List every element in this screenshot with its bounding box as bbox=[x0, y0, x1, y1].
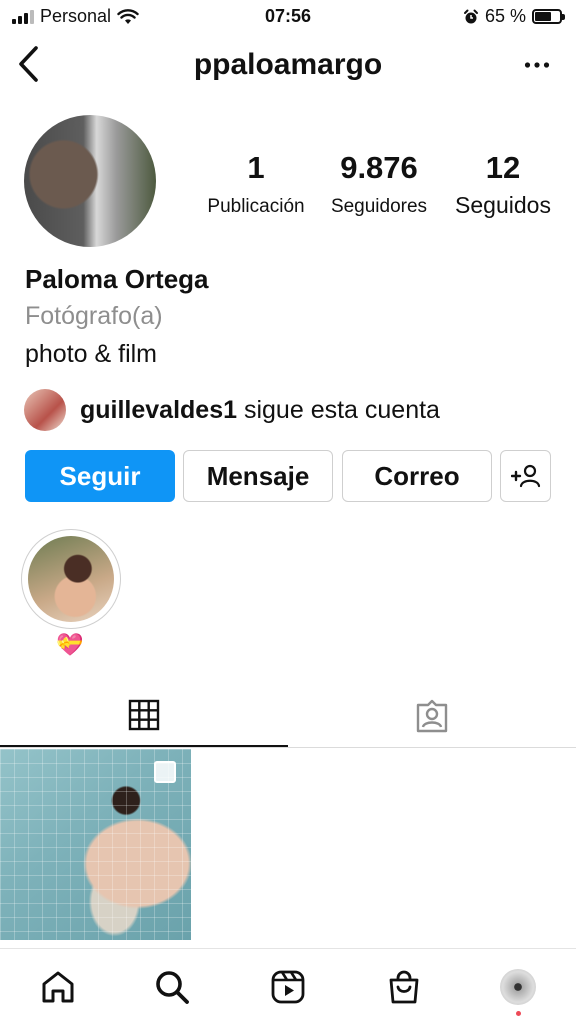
suggest-users-button[interactable] bbox=[500, 450, 551, 502]
stat-followers-count: 9.876 bbox=[340, 150, 418, 185]
bottom-navigation bbox=[0, 948, 576, 1024]
stat-followers[interactable]: 9.876 Seguidores bbox=[322, 150, 436, 218]
profile-header: ppaloamargo bbox=[0, 38, 576, 94]
more-options-button[interactable] bbox=[520, 50, 554, 80]
search-icon bbox=[156, 971, 189, 1004]
shop-icon bbox=[389, 970, 419, 1004]
message-button[interactable]: Mensaje bbox=[183, 450, 333, 502]
profile-username: ppaloamargo bbox=[193, 48, 383, 81]
status-right: 65 % bbox=[463, 6, 565, 27]
followed-by-text: guillevaldes1 sigue esta cuenta bbox=[80, 396, 440, 425]
add-user-icon bbox=[510, 464, 540, 488]
nav-shop[interactable] bbox=[384, 967, 424, 1007]
nav-reels[interactable] bbox=[268, 967, 308, 1007]
follower-username: guillevaldes1 bbox=[80, 395, 238, 424]
stat-following[interactable]: 12 Seguidos bbox=[446, 150, 560, 219]
email-button[interactable]: Correo bbox=[342, 450, 492, 502]
profile-full-name: Paloma Ortega bbox=[25, 264, 209, 294]
alarm-icon bbox=[463, 9, 478, 23]
follow-button[interactable]: Seguir bbox=[25, 450, 175, 502]
stat-posts-label: Publicación bbox=[207, 196, 305, 217]
stat-following-label: Seguidos bbox=[455, 192, 551, 218]
profile-avatar-small bbox=[500, 969, 536, 1005]
stat-posts[interactable]: 1 Publicación bbox=[200, 150, 312, 218]
more-horizontal-icon bbox=[524, 62, 550, 68]
followed-by[interactable]: guillevaldes1 sigue esta cuenta bbox=[24, 388, 440, 432]
battery-icon bbox=[532, 9, 565, 24]
profile-tabs bbox=[0, 684, 576, 748]
tagged-icon bbox=[416, 699, 448, 732]
reels-icon bbox=[271, 970, 305, 1004]
stat-followers-label: Seguidores bbox=[330, 196, 428, 217]
nav-home[interactable] bbox=[38, 967, 78, 1007]
profile-category: Fotógrafo(a) bbox=[25, 302, 163, 330]
battery-fill bbox=[535, 12, 551, 21]
carousel-icon bbox=[154, 761, 176, 783]
home-icon bbox=[42, 971, 74, 1003]
stat-posts-count: 1 bbox=[247, 150, 265, 185]
post-thumbnail[interactable] bbox=[0, 749, 191, 940]
profile-bio: photo & film bbox=[25, 340, 158, 368]
status-bar: Personal 07:56 65 % bbox=[0, 0, 576, 34]
profile-stats: 1 Publicación 9.876 Seguidores 12 Seguid… bbox=[196, 150, 566, 230]
nav-search[interactable] bbox=[152, 967, 192, 1007]
battery-percent: 65 % bbox=[484, 6, 526, 26]
follower-avatar bbox=[24, 389, 66, 431]
stat-following-count: 12 bbox=[485, 150, 521, 185]
tab-posts-grid[interactable] bbox=[0, 684, 288, 747]
grid-icon bbox=[128, 699, 160, 730]
notification-dot bbox=[516, 1011, 521, 1016]
story-highlight[interactable] bbox=[21, 529, 121, 629]
nav-profile[interactable] bbox=[498, 967, 538, 1007]
tab-tagged[interactable] bbox=[288, 684, 576, 747]
highlight-label: 💝 bbox=[56, 632, 84, 657]
highlight-cover bbox=[28, 536, 114, 622]
profile-avatar[interactable] bbox=[24, 115, 156, 247]
followed-by-suffix: sigue esta cuenta bbox=[237, 395, 440, 424]
